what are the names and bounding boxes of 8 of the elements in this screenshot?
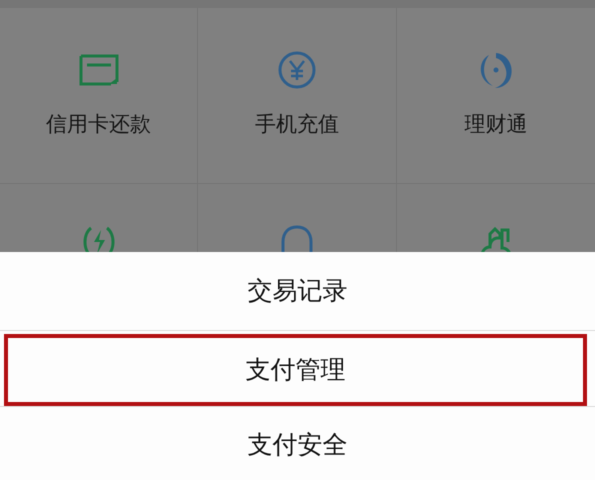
yen-icon: [276, 50, 317, 90]
action-sheet-item[interactable]: 支付管理: [4, 334, 587, 406]
service-label: 手机充值: [254, 114, 339, 135]
action-sheet-item[interactable]: 支付安全: [0, 410, 595, 480]
service-label: 信用卡还款: [46, 114, 152, 135]
service-label: 理财通: [464, 114, 528, 135]
card-icon: [78, 54, 119, 86]
action-sheet-item[interactable]: 交易记录: [0, 252, 595, 330]
